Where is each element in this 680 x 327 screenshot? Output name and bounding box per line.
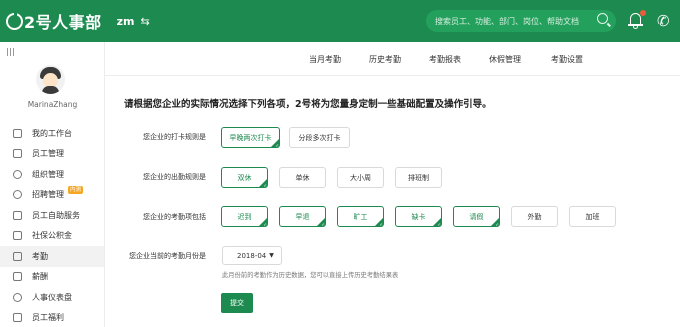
sidebar-item-salary[interactable]: 薪酬 — [0, 267, 104, 288]
option-missing-clock[interactable]: 缺卡 — [395, 206, 442, 227]
month-value: 2018-04 — [237, 251, 267, 260]
money-icon — [13, 272, 22, 282]
monitor-icon — [13, 128, 22, 138]
top-bar: 2号人事部 zm ⇆ 搜索员工、功能、部门、岗位、帮助文档 ✆ — [0, 0, 680, 42]
logo-text: 2号人事部 — [24, 13, 102, 32]
sidebar-item-label: 组织管理 — [32, 169, 64, 179]
sidebar-item-label: 人事仪表盘 — [32, 292, 72, 302]
sidebar-item-label: 招聘管理 — [32, 190, 64, 200]
page-title: 请根据您企业的实际情况选择下列各项，2号将为您量身定制一些基础配置及操作引导。 — [124, 99, 492, 110]
option-late[interactable]: 迟到 — [221, 206, 268, 227]
phone-icon — [13, 210, 22, 220]
sidebar-item-recruitment[interactable]: 招聘管理 内测 — [0, 185, 104, 206]
org-icon — [13, 169, 22, 179]
id-card-icon — [13, 149, 22, 159]
option-label: 分段多次打卡 — [298, 133, 341, 142]
caret-down-icon: ▼ — [269, 252, 274, 259]
sidebar-item-label: 考勤 — [32, 251, 48, 261]
sidebar-item-benefits[interactable]: 员工福利 — [0, 308, 104, 327]
clock-rule-label: 您企业的打卡规则是 — [143, 133, 206, 141]
search-icon[interactable] — [597, 13, 608, 24]
app-root: 2号人事部 zm ⇆ 搜索员工、功能、部门、岗位、帮助文档 ✆ MarinaZh… — [0, 0, 680, 327]
option-label: 加班 — [585, 212, 600, 221]
option-label: 双休 — [237, 173, 252, 182]
sidebar-item-label: 员工管理 — [32, 149, 64, 159]
option-two-clocks[interactable]: 早晚两次打卡 — [221, 127, 280, 148]
beta-badge: 内测 — [68, 185, 84, 194]
option-field-work[interactable]: 外勤 — [511, 206, 558, 227]
user-search-icon — [13, 190, 22, 200]
search-placeholder: 搜索员工、功能、部门、岗位、帮助文档 — [435, 16, 579, 26]
sidebar-item-attendance[interactable]: 考勤 — [0, 246, 104, 267]
tab-current-month[interactable]: 当月考勤 — [309, 54, 341, 65]
username: MarinaZhang — [27, 100, 78, 109]
home-icon — [13, 231, 22, 241]
logo[interactable]: 2号人事部 — [6, 9, 102, 33]
work-rule-label: 您企业的出勤规则是 — [143, 173, 206, 181]
notification-dot — [640, 10, 646, 16]
sidebar-item-workbench[interactable]: 我的工作台 — [0, 123, 104, 144]
month-select[interactable]: 2018-04 ▼ — [222, 246, 282, 265]
logo-icon — [6, 11, 23, 30]
option-absence[interactable]: 旷工 — [337, 206, 384, 227]
sidebar-item-label: 薪酬 — [32, 272, 48, 282]
phone-icon[interactable]: ✆ — [657, 12, 670, 30]
option-leave[interactable]: 请假 — [453, 206, 500, 227]
option-label: 缺卡 — [411, 212, 426, 221]
sidebar-item-self-service[interactable]: 员工自助服务 — [0, 205, 104, 226]
option-label: 请假 — [469, 212, 484, 221]
option-label: 排班制 — [408, 173, 429, 182]
option-label: 外勤 — [527, 212, 542, 221]
option-label: 早退 — [295, 212, 310, 221]
calendar-icon — [13, 251, 22, 261]
tab-leave[interactable]: 休假管理 — [489, 54, 521, 65]
tab-reports[interactable]: 考勤报表 — [429, 54, 461, 65]
tab-settings[interactable]: 考勤设置 — [551, 54, 583, 65]
chart-icon — [13, 292, 22, 302]
month-label: 您企业当前的考勤月份是 — [129, 252, 206, 260]
avatar[interactable] — [36, 65, 65, 94]
sidebar-item-label: 员工福利 — [32, 313, 64, 323]
tab-history[interactable]: 历史考勤 — [369, 54, 401, 65]
gift-icon — [13, 313, 22, 323]
option-label: 单休 — [295, 173, 310, 182]
submit-button[interactable]: 提交 — [221, 293, 253, 313]
option-shift[interactable]: 排班制 — [395, 167, 442, 188]
sidebar-item-label: 员工自助服务 — [32, 210, 80, 220]
sidebar-item-employees[interactable]: 员工管理 — [0, 144, 104, 165]
sidebar-item-social-security[interactable]: 社保公积金 — [0, 226, 104, 247]
tab-bar: 当月考勤 历史考勤 考勤报表 休假管理 考勤设置 — [105, 42, 680, 76]
option-double-rest[interactable]: 双休 — [221, 167, 268, 188]
option-multi-clocks[interactable]: 分段多次打卡 — [289, 127, 350, 148]
collapse-sidebar-icon[interactable] — [7, 48, 14, 56]
sidebar-item-organization[interactable]: 组织管理 — [0, 164, 104, 185]
option-alternate-week[interactable]: 大小周 — [337, 167, 384, 188]
switch-company-icon[interactable]: ⇆ — [141, 15, 150, 28]
option-label: 早晚两次打卡 — [229, 133, 272, 142]
company-name[interactable]: zm — [117, 15, 135, 28]
option-overtime[interactable]: 加班 — [569, 206, 616, 227]
attendance-items-label: 您企业的考勤项包括 — [143, 213, 206, 221]
option-label: 大小周 — [350, 173, 371, 182]
sidebar: MarinaZhang 我的工作台 员工管理 组织管理 招聘管理 内测 员工自助… — [0, 42, 105, 327]
sidebar-item-dashboard[interactable]: 人事仪表盘 — [0, 287, 104, 308]
sidebar-item-label: 社保公积金 — [32, 231, 72, 241]
search-input[interactable]: 搜索员工、功能、部门、岗位、帮助文档 — [426, 10, 616, 32]
option-label: 旷工 — [353, 212, 368, 221]
sidebar-nav: 我的工作台 员工管理 组织管理 招聘管理 内测 员工自助服务 社保公积金 考勤 … — [0, 123, 104, 327]
month-hint: 此月份前的考勤作为历史数据，您可以直接上传历史考勤结果表 — [222, 272, 399, 279]
sidebar-item-label: 我的工作台 — [32, 128, 72, 138]
option-single-rest[interactable]: 单休 — [279, 167, 326, 188]
option-label: 迟到 — [237, 212, 252, 221]
option-early-leave[interactable]: 早退 — [279, 206, 326, 227]
